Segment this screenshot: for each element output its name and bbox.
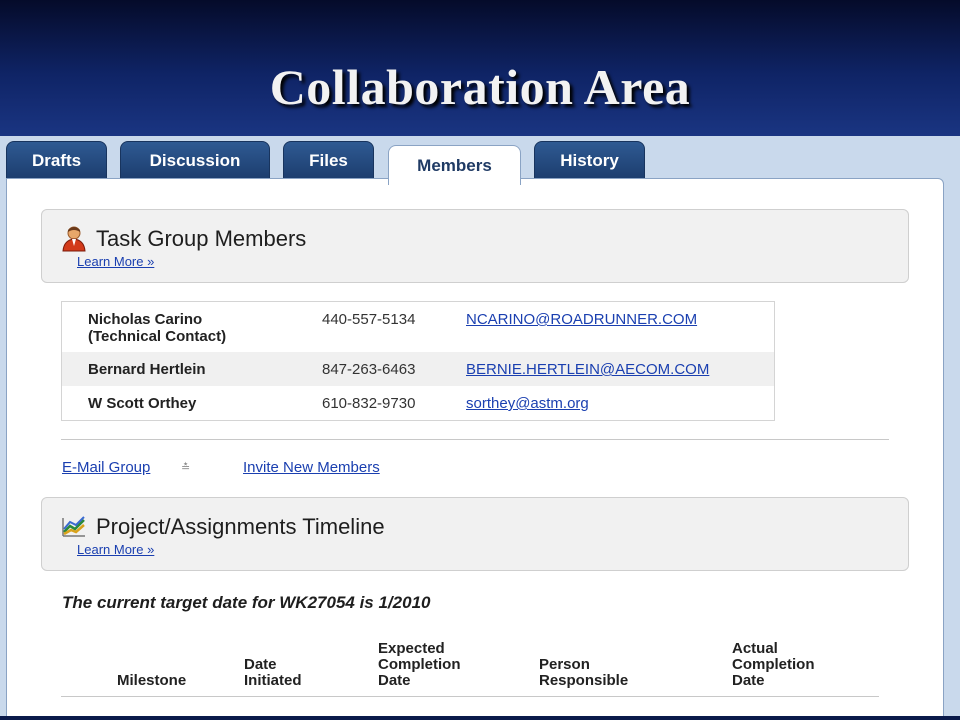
tab-files[interactable]: Files: [283, 141, 374, 179]
slide-title: Collaboration Area: [269, 59, 691, 115]
tab-members[interactable]: Members: [388, 145, 521, 185]
member-name: Bernard Hertlein: [88, 361, 206, 378]
column-header-person-responsible: Person Responsible: [539, 656, 629, 689]
member-name: W Scott Orthey: [88, 395, 197, 412]
member-phone: 847-263-6463: [322, 361, 416, 378]
members-section-title: Task Group Members: [96, 226, 307, 251]
table-row: Nicholas Carino (Technical Contact) 440-…: [62, 302, 774, 352]
invite-new-members-link[interactable]: Invite New Members: [243, 459, 380, 476]
target-date-text: The current target date for WK27054 is 1…: [62, 593, 431, 612]
column-header-expected-completion: Expected Completion Date: [378, 640, 461, 689]
person-icon: [62, 226, 86, 252]
email-group-link[interactable]: E-Mail Group: [62, 459, 150, 476]
members-table: Nicholas Carino (Technical Contact) 440-…: [61, 301, 775, 421]
chevron-down-icon[interactable]: ≛: [181, 461, 190, 474]
timeline-header-box: Project/Assignments Timeline Learn More …: [41, 497, 909, 571]
members-panel: Task Group Members Learn More » Nicholas…: [6, 178, 944, 716]
members-header-box: Task Group Members Learn More »: [41, 209, 909, 283]
column-header-date-initiated: Date Initiated: [244, 656, 302, 689]
member-email-link[interactable]: BERNIE.HERTLEIN@AECOM.COM: [466, 361, 709, 378]
tab-drafts[interactable]: Drafts: [6, 141, 107, 179]
table-row: Bernard Hertlein 847-263-6463 BERNIE.HER…: [62, 352, 774, 386]
members-learn-more-link[interactable]: Learn More »: [77, 254, 154, 269]
column-header-actual-completion: Actual Completion Date: [732, 640, 815, 689]
member-email-link[interactable]: sorthey@astm.org: [466, 395, 589, 412]
slide-header: Collaboration Area: [0, 0, 960, 136]
column-header-milestone: Milestone: [117, 672, 187, 689]
member-name: Nicholas Carino (Technical Contact): [88, 311, 227, 345]
member-phone: 610-832-9730: [322, 395, 416, 412]
slide-bottom-strip: [0, 716, 960, 720]
section-divider: [61, 439, 889, 440]
member-phone: 440-557-5134: [322, 311, 416, 328]
tab-history[interactable]: History: [534, 141, 645, 179]
table-header-rule: [61, 696, 879, 697]
table-row: W Scott Orthey 610-832-9730 sorthey@astm…: [62, 386, 774, 420]
member-email-link[interactable]: NCARINO@ROADRUNNER.COM: [466, 311, 697, 328]
timeline-section-title: Project/Assignments Timeline: [96, 514, 385, 539]
timeline-learn-more-link[interactable]: Learn More »: [77, 542, 154, 557]
collaboration-screenshot: Drafts Discussion Files Members History …: [0, 136, 960, 716]
tab-discussion[interactable]: Discussion: [120, 141, 270, 179]
chart-icon: [62, 516, 85, 537]
